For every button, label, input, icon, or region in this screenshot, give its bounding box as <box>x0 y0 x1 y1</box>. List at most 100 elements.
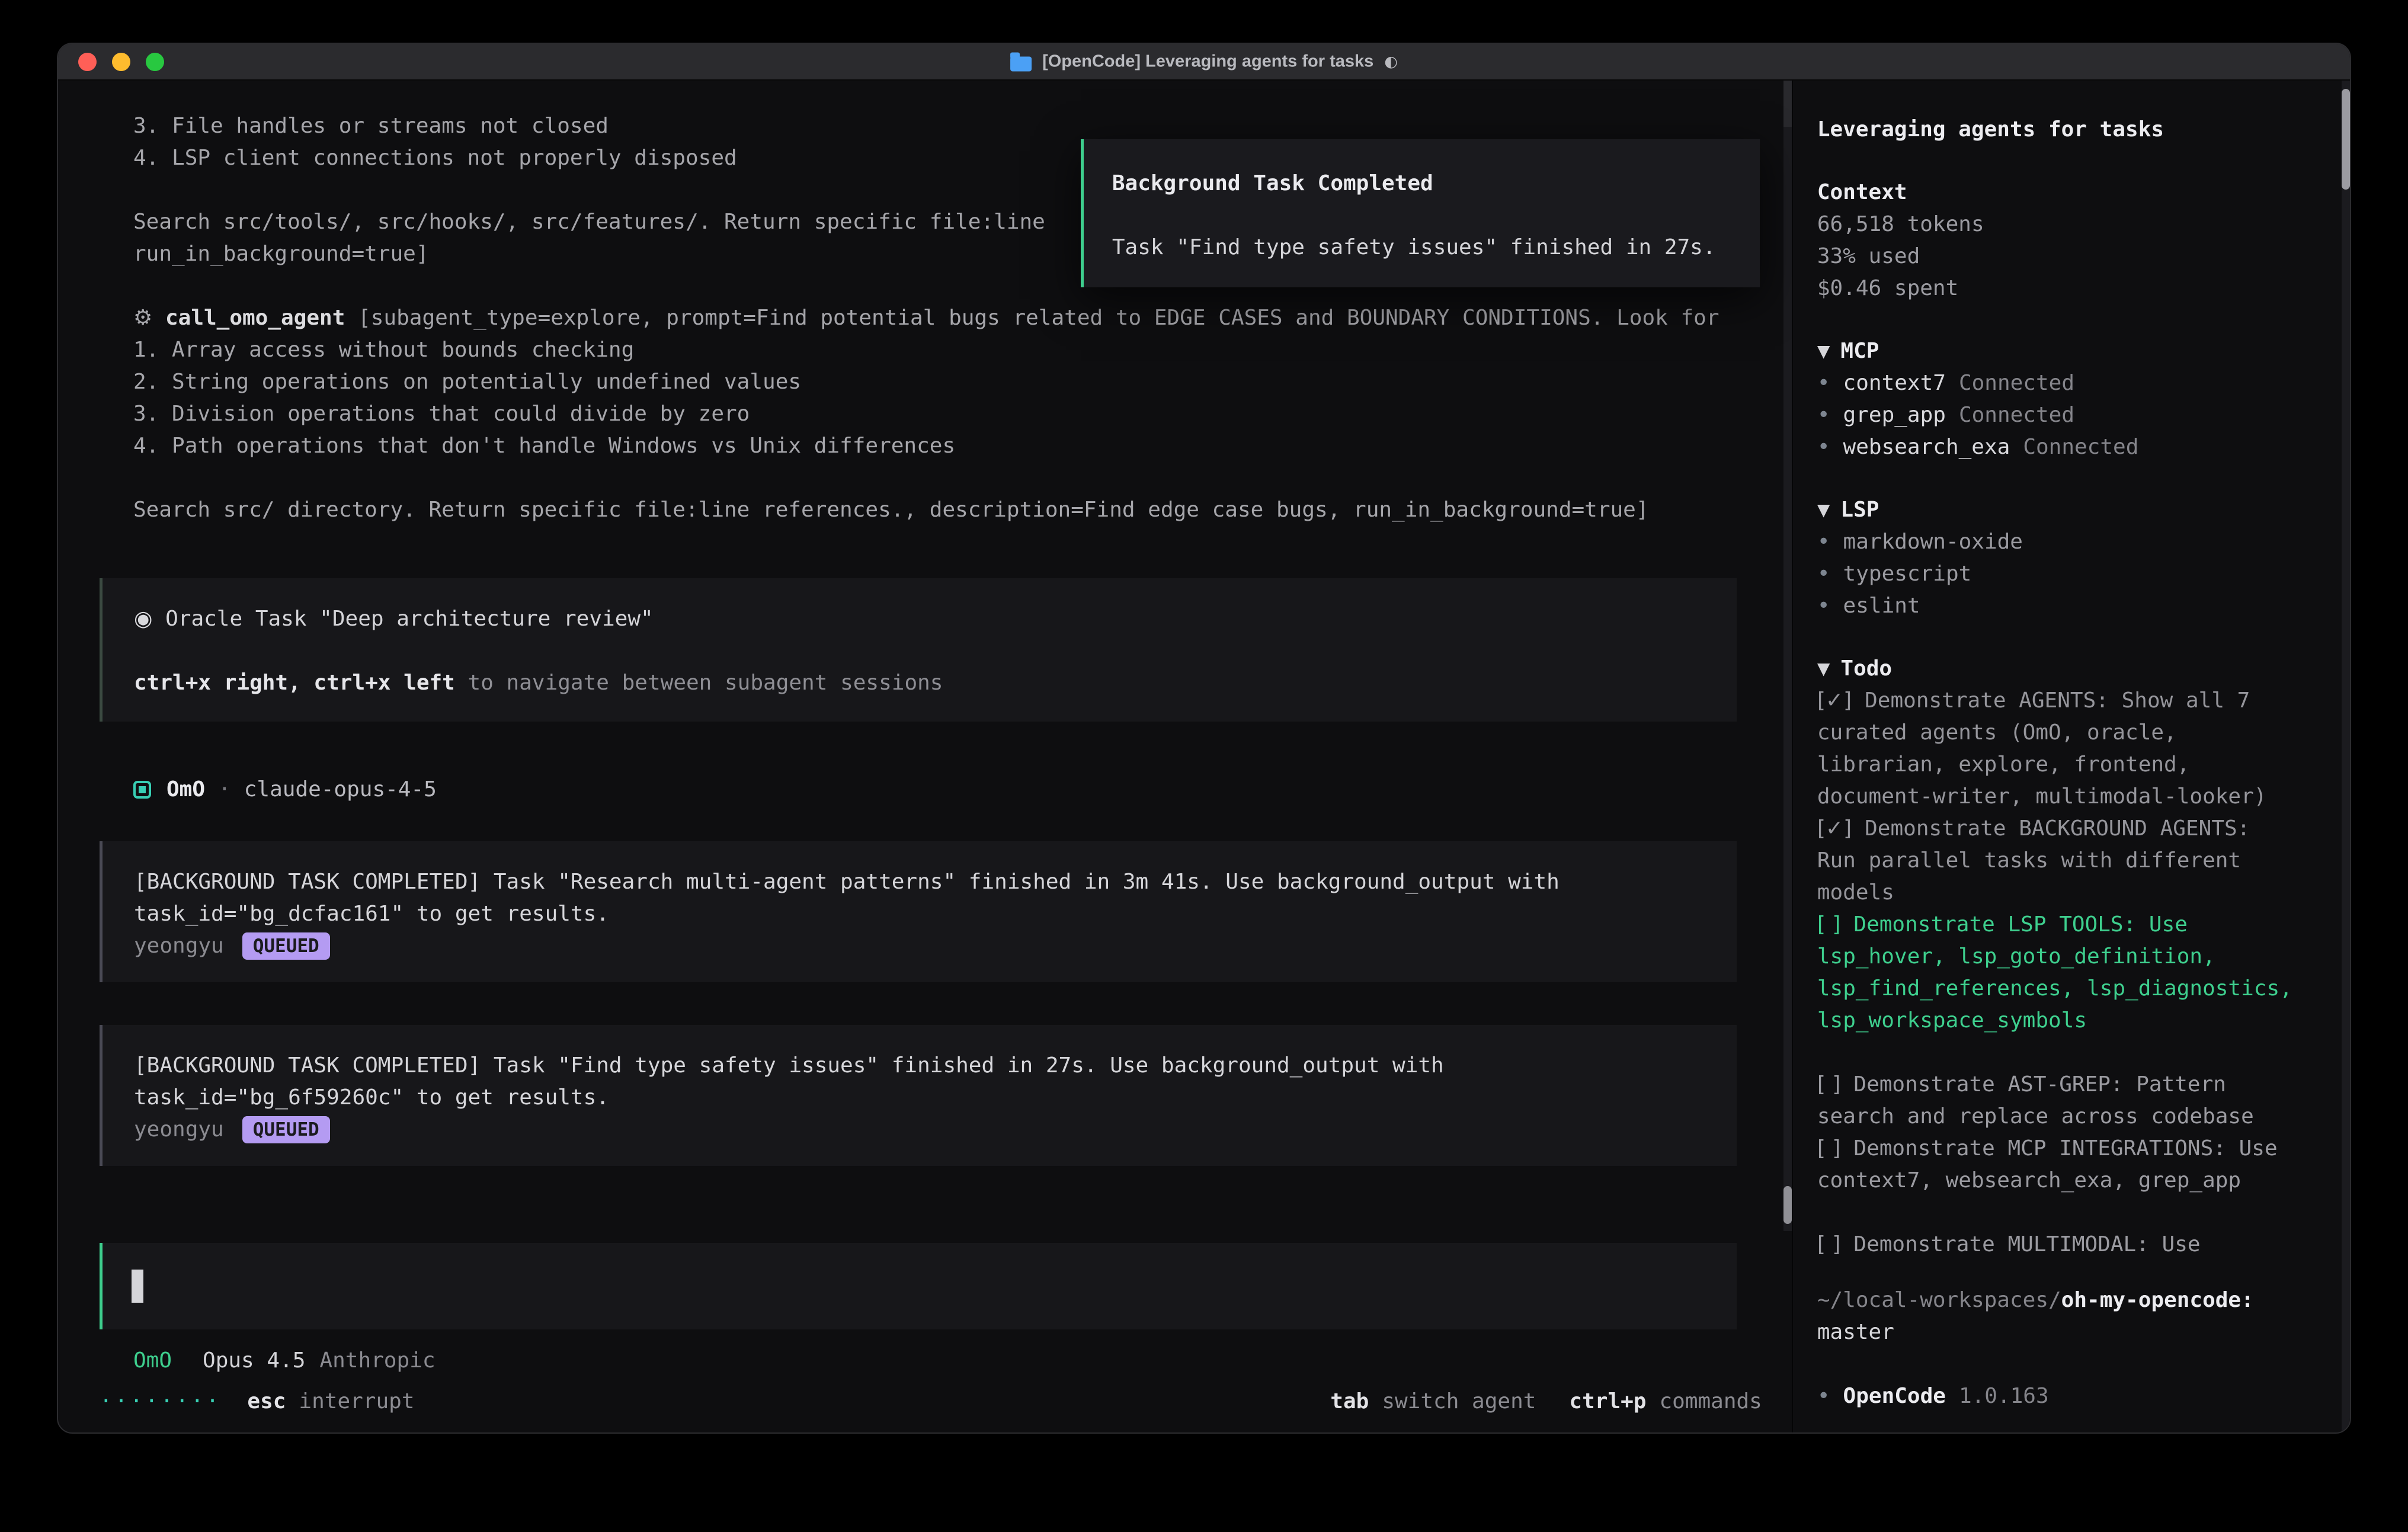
mcp-name: websearch_exa <box>1843 435 2010 459</box>
message-text: [BACKGROUND TASK COMPLETED] Task "Resear… <box>134 866 1642 930</box>
sidebar-scrollbar[interactable] <box>2342 81 2350 1434</box>
lsp-item: •markdown-oxide <box>1817 526 2292 558</box>
hint-text: to navigate between subagent sessions <box>455 671 943 695</box>
mcp-item: •grep_appConnected <box>1817 399 2292 431</box>
todo-text: Demonstrate MCP INTEGRATIONS: Use contex… <box>1817 1136 2290 1193</box>
todo-item: [ ]Demonstrate AST-GREP: Pattern search … <box>1817 1069 2292 1133</box>
todo-text: Demonstrate AST-GREP: Pattern search and… <box>1817 1072 2254 1129</box>
session-title: Leveraging agents for tasks <box>1817 114 2292 146</box>
collapse-triangle-icon: ▼ <box>1817 653 1830 685</box>
queued-badge: QUEUED <box>242 932 330 960</box>
mcp-item: •websearch_exaConnected <box>1817 431 2292 463</box>
tool-call-line: ⚙ call_omo_agent [subagent_type=explore,… <box>100 302 1792 334</box>
message-card: [BACKGROUND TASK COMPLETED] Task "Find t… <box>100 1025 1737 1166</box>
workspace-repo: oh-my-opencode: <box>2061 1288 2254 1312</box>
mcp-heading: MCP <box>1840 335 1879 367</box>
todo-checkbox: [✓] <box>1817 816 1852 841</box>
queued-badge: QUEUED <box>242 1116 330 1143</box>
window-titlebar[interactable]: [OpenCode] Leveraging agents for tasks ◐ <box>58 44 2350 81</box>
composer-status-row: OmO Opus 4.5 Anthropic <box>133 1345 1792 1377</box>
tool-call-name: call_omo_agent <box>165 306 345 330</box>
mcp-section-header[interactable]: ▼ MCP <box>1817 335 2292 367</box>
lsp-section-header[interactable]: ▼ LSP <box>1817 494 2292 526</box>
collapse-triangle-icon: ▼ <box>1817 494 1830 526</box>
status-bar: ········ esc interrupt tab switch agent … <box>58 1377 1792 1434</box>
chat-scrollbar-thumb[interactable] <box>1783 1186 1792 1224</box>
lsp-name: markdown-oxide <box>1843 530 2023 554</box>
interrupt-key: esc <box>247 1389 286 1414</box>
chat-scrollbar-track-top <box>1783 81 1792 127</box>
lsp-item: • eslint <box>1817 590 2292 622</box>
switch-agent-label: switch agent <box>1382 1389 1536 1414</box>
message-meta: yeongyu QUEUED <box>134 1114 1642 1146</box>
oracle-task-icon: ◉ <box>134 607 152 631</box>
message-author: yeongyu <box>134 1114 224 1146</box>
composer-model-label: Opus 4.5 <box>203 1345 305 1377</box>
collapse-triangle-icon: ▼ <box>1817 335 1830 367</box>
context-heading: Context <box>1817 177 2292 209</box>
lsp-name: typescript <box>1843 562 1972 586</box>
window-title: [OpenCode] Leveraging agents for tasks ◐ <box>1010 52 1398 72</box>
agent-model: claude-opus-4-5 <box>244 774 437 806</box>
message-text: [BACKGROUND TASK COMPLETED] Task "Find t… <box>134 1050 1642 1114</box>
todo-checkbox: [ ] <box>1817 1072 1841 1097</box>
spinner-dots: ········ <box>100 1389 221 1414</box>
mcp-status: Connected <box>2023 435 2138 459</box>
message-card: [BACKGROUND TASK COMPLETED] Task "Resear… <box>100 841 1737 982</box>
todo-checkbox: [ ] <box>1817 1136 1841 1161</box>
todo-item: [ ]Demonstrate MULTIMODAL: Use <box>1817 1229 2292 1261</box>
message-meta: yeongyu QUEUED <box>134 930 1642 962</box>
bullet-icon: • <box>1817 1384 1830 1408</box>
composer-agent-label: OmO <box>133 1345 172 1377</box>
opencode-name: OpenCode <box>1843 1384 1946 1408</box>
todo-item: [✓]Demonstrate AGENTS: Show all 7 curate… <box>1817 685 2292 813</box>
chat-scroll-region[interactable]: 3. File handles or streams not closed 4.… <box>58 81 1792 1231</box>
bullet-icon: • <box>1817 403 1830 427</box>
log-line: 3. Division operations that could divide… <box>100 398 1792 430</box>
mcp-status: Connected <box>1959 371 2074 395</box>
log-line <box>100 462 1792 494</box>
workspace-path: ~/local-workspaces/ <box>1817 1288 2061 1312</box>
zoom-window-button[interactable] <box>146 53 164 71</box>
tool-call-args: [subagent_type=explore, prompt=Find pote… <box>345 306 1719 330</box>
context-tokens: 66,518 tokens <box>1817 209 2292 241</box>
interrupt-label: interrupt <box>299 1389 414 1414</box>
todo-text: Demonstrate LSP TOOLS: Use lsp_hover, ls… <box>1817 912 2318 1033</box>
workspace-path-row: ~/local-workspaces/oh-my-opencode: maste… <box>1817 1284 2292 1348</box>
toast-body: Task "Find type safety issues" finished … <box>1112 232 1736 264</box>
todo-checkbox: [✓] <box>1817 688 1852 713</box>
busy-indicator-icon: ◐ <box>1384 53 1398 70</box>
navigation-hint: ctrl+x right, ctrl+x left to navigate be… <box>134 667 1642 699</box>
lsp-heading: LSP <box>1840 494 1879 526</box>
chat-scrollbar[interactable] <box>1783 81 1792 1231</box>
terminal-window: [OpenCode] Leveraging agents for tasks ◐… <box>57 43 2351 1434</box>
prompt-input[interactable] <box>100 1243 1737 1329</box>
sidebar-scrollbar-thumb[interactable] <box>2342 89 2350 190</box>
bullet-icon: • <box>1817 594 1830 618</box>
todo-section-header[interactable]: ▼ Todo <box>1817 653 2292 685</box>
context-spent: $0.46 spent <box>1817 273 2292 305</box>
mcp-name: context7 <box>1843 371 1946 395</box>
commands-label: commands <box>1659 1389 1762 1414</box>
agent-header: OmO · claude-opus-4-5 <box>133 774 1792 806</box>
minimize-window-button[interactable] <box>112 53 130 71</box>
log-line: 1. Array access without bounds checking <box>100 334 1792 366</box>
bullet-icon: • <box>1817 562 1830 586</box>
chat-pane: 3. File handles or streams not closed 4.… <box>58 81 1792 1434</box>
todo-item: [ ]Demonstrate MCP INTEGRATIONS: Use con… <box>1817 1133 2292 1197</box>
folder-icon <box>1010 56 1032 71</box>
agent-separator: · <box>218 774 231 806</box>
message-author: yeongyu <box>134 930 224 962</box>
todo-text: Demonstrate AGENTS: Show all 7 curated a… <box>1817 688 2267 809</box>
close-window-button[interactable] <box>78 53 97 71</box>
opencode-version: 1.0.163 <box>1959 1384 2049 1408</box>
mcp-name: grep_app <box>1843 403 1946 427</box>
todo-checkbox: [ ] <box>1817 912 1841 937</box>
lsp-item: • typescript <box>1817 558 2292 590</box>
todo-text: Demonstrate BACKGROUND AGENTS: Run paral… <box>1817 816 2263 905</box>
opencode-version-footer: • OpenCode 1.0.163 <box>1817 1380 2292 1412</box>
log-line: 2. String operations on potentially unde… <box>100 366 1792 398</box>
lsp-name: eslint <box>1843 594 1920 618</box>
todo-heading: Todo <box>1840 653 1892 685</box>
log-line: 3. File handles or streams not closed <box>100 110 1792 142</box>
